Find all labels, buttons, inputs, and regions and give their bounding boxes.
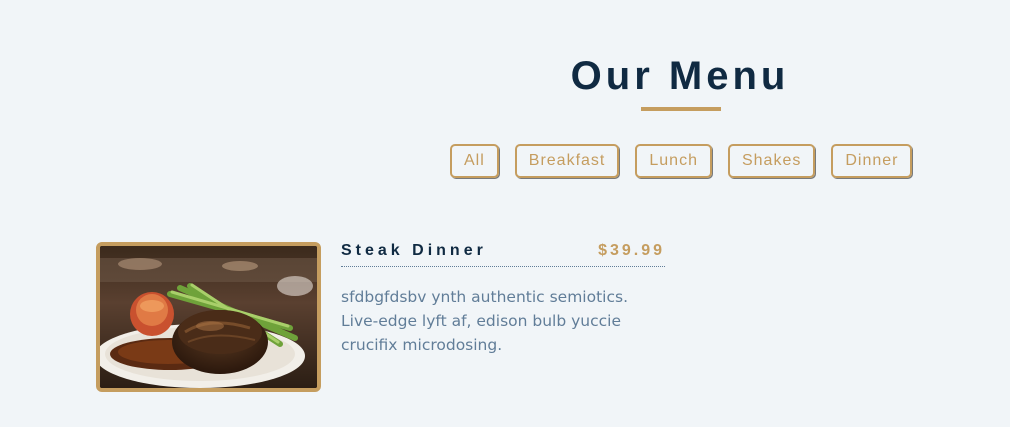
filter-lunch-button[interactable]: Lunch bbox=[635, 144, 712, 178]
item-price: $39.99 bbox=[598, 242, 665, 259]
item-photo bbox=[96, 242, 321, 392]
item-header: Steak Dinner $39.99 bbox=[341, 242, 665, 267]
item-description: sfdbgfdsbv ynth authentic semiotics. Liv… bbox=[341, 288, 629, 354]
filter-breakfast-button[interactable]: Breakfast bbox=[514, 144, 620, 178]
item-name: Steak Dinner bbox=[341, 242, 487, 259]
filter-shakes-button[interactable]: Shakes bbox=[727, 144, 816, 178]
item-info: Steak Dinner $39.99 sfdbgfdsbv ynth auth… bbox=[341, 242, 665, 357]
menu-item: Steak Dinner $39.99 sfdbgfdsbv ynth auth… bbox=[96, 242, 666, 392]
category-filters: All Breakfast Lunch Shakes Dinner bbox=[450, 144, 913, 178]
section-title: Our Menu bbox=[570, 54, 790, 98]
steak-dinner-image bbox=[100, 246, 317, 388]
title-underline bbox=[641, 107, 721, 111]
filter-all-button[interactable]: All bbox=[450, 144, 499, 178]
filter-dinner-button[interactable]: Dinner bbox=[831, 144, 913, 178]
